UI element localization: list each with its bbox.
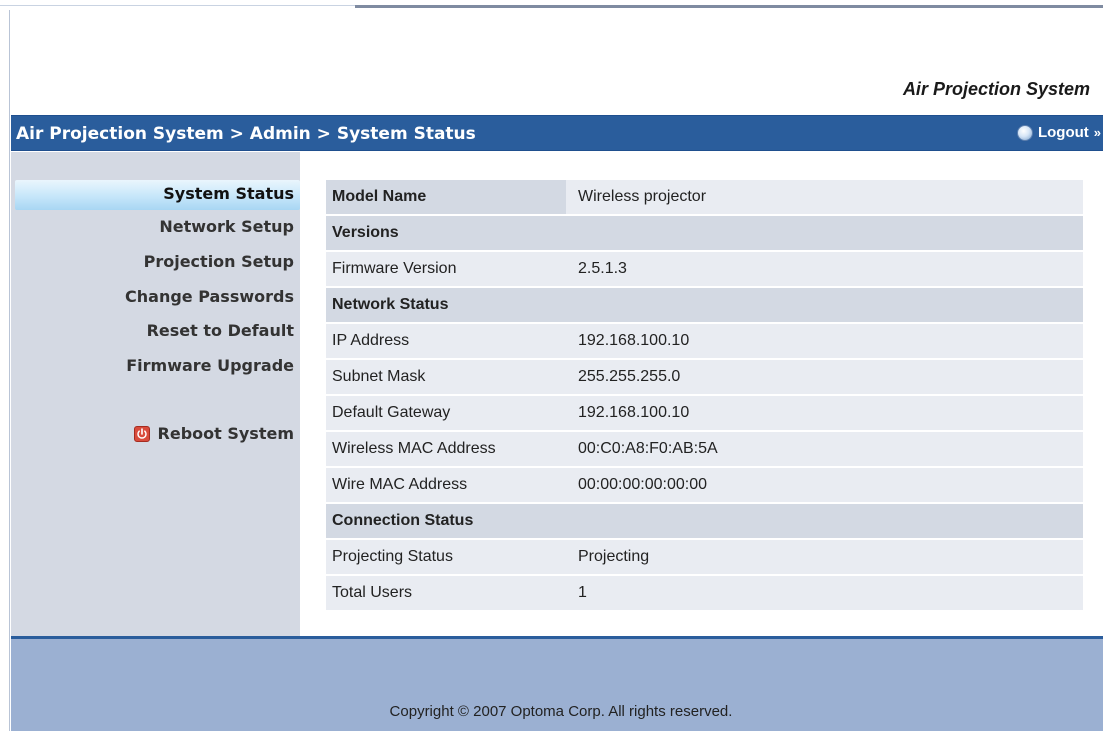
copyright-text: Copyright © 2007 Optoma Corp. All rights…: [389, 703, 733, 720]
versions-header: Versions: [326, 216, 1083, 250]
main-content: Model Name Wireless projector Versions F…: [300, 152, 1103, 636]
default-gateway-label: Default Gateway: [326, 396, 566, 430]
wireless-mac-value: 00:C0:A8:F0:AB:5A: [566, 432, 1083, 466]
wireless-mac-label: Wireless MAC Address: [326, 432, 566, 466]
table-row: Subnet Mask 255.255.255.0: [326, 360, 1083, 394]
reboot-system-button[interactable]: Reboot System: [133, 424, 294, 443]
sidebar: System Status Network Setup Projection S…: [11, 152, 300, 636]
breadcrumb: Air Projection System > Admin > System S…: [16, 124, 476, 144]
projecting-status-value: Projecting: [566, 540, 1083, 574]
power-icon: [133, 425, 150, 442]
sidebar-item-firmware-upgrade[interactable]: Firmware Upgrade: [126, 356, 294, 375]
top-border-right: [355, 5, 1103, 8]
total-users-label: Total Users: [326, 576, 566, 610]
projecting-status-label: Projecting Status: [326, 540, 566, 574]
sidebar-item-system-status[interactable]: System Status: [15, 180, 300, 210]
top-border-left: [0, 5, 355, 6]
wire-mac-label: Wire MAC Address: [326, 468, 566, 502]
sidebar-item-network-setup[interactable]: Network Setup: [159, 217, 294, 236]
model-name-label: Model Name: [326, 180, 566, 214]
reboot-system-label: Reboot System: [157, 424, 294, 443]
table-row: Wire MAC Address 00:00:00:00:00:00: [326, 468, 1083, 502]
table-row: IP Address 192.168.100.10: [326, 324, 1083, 358]
sidebar-item-label: System Status: [163, 184, 294, 203]
default-gateway-value: 192.168.100.10: [566, 396, 1083, 430]
section-header-row: Versions: [326, 216, 1083, 250]
subnet-mask-value: 255.255.255.0: [566, 360, 1083, 394]
ip-address-value: 192.168.100.10: [566, 324, 1083, 358]
double-chevron-icon: »: [1093, 125, 1101, 140]
table-row: Total Users 1: [326, 576, 1083, 610]
sidebar-item-reset-to-default[interactable]: Reset to Default: [147, 321, 294, 340]
footer: Copyright © 2007 Optoma Corp. All rights…: [11, 636, 1103, 731]
firmware-version-value: 2.5.1.3: [566, 252, 1083, 286]
logout-label: Logout: [1037, 124, 1089, 141]
connection-status-header: Connection Status: [326, 504, 1083, 538]
top-border: [0, 0, 1103, 14]
brand-title: Air Projection System: [902, 79, 1090, 99]
logout-bullet-icon: [1016, 124, 1033, 141]
section-header-row: Network Status: [326, 288, 1083, 322]
table-row: Wireless MAC Address 00:C0:A8:F0:AB:5A: [326, 432, 1083, 466]
network-status-header: Network Status: [326, 288, 1083, 322]
subnet-mask-label: Subnet Mask: [326, 360, 566, 394]
table-row: Model Name Wireless projector: [326, 180, 1083, 214]
total-users-value: 1: [566, 576, 1083, 610]
status-table: Model Name Wireless projector Versions F…: [326, 178, 1083, 612]
table-row: Projecting Status Projecting: [326, 540, 1083, 574]
sidebar-item-change-passwords[interactable]: Change Passwords: [125, 287, 294, 306]
wire-mac-value: 00:00:00:00:00:00: [566, 468, 1083, 502]
ip-address-label: IP Address: [326, 324, 566, 358]
table-row: Default Gateway 192.168.100.10: [326, 396, 1083, 430]
sidebar-item-projection-setup[interactable]: Projection Setup: [144, 252, 294, 271]
left-edge: [0, 10, 10, 731]
logout-button[interactable]: Logout »: [1016, 124, 1101, 141]
title-bar: Air Projection System > Admin > System S…: [11, 115, 1103, 151]
section-header-row: Connection Status: [326, 504, 1083, 538]
firmware-version-label: Firmware Version: [326, 252, 566, 286]
table-row: Firmware Version 2.5.1.3: [326, 252, 1083, 286]
model-name-value: Wireless projector: [566, 180, 1083, 214]
